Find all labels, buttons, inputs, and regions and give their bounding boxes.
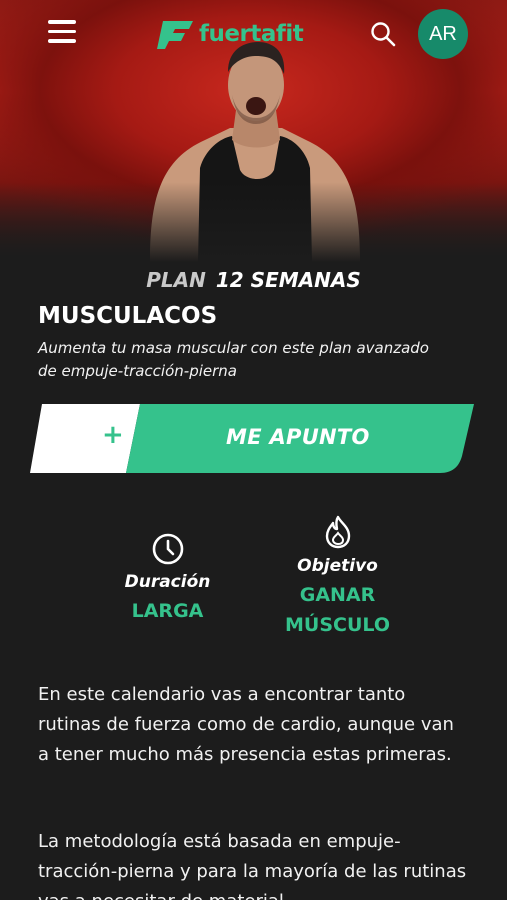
hero-fade	[0, 182, 507, 262]
goal-value-line2: MÚSCULO	[285, 614, 390, 636]
logo-text: fuertafit	[199, 21, 304, 47]
join-button-label: ME APUNTO	[226, 425, 370, 449]
flame-icon	[325, 515, 350, 549]
avatar[interactable]: AR	[418, 9, 468, 59]
page-title: MUSCULACOS	[38, 303, 218, 329]
logo-mark-icon	[157, 21, 193, 49]
join-plan-button[interactable]: + ME APUNTO	[30, 404, 474, 473]
plus-icon: +	[102, 420, 124, 450]
duration-value: LARGA	[131, 600, 204, 622]
menu-icon[interactable]	[48, 20, 76, 44]
goal-label: Objetivo	[297, 556, 378, 576]
duration-stat: Duración LARGA	[105, 532, 230, 626]
brand-logo[interactable]: fuertafit	[155, 16, 304, 52]
description-paragraph-2: La metodología está basada en empuje-tra…	[38, 831, 467, 900]
duration-label: Duración	[124, 572, 211, 592]
plan-weeks: 12 SEMANAS	[215, 268, 361, 292]
goal-value-line1: GANAR	[299, 584, 376, 606]
plan-prefix: PLAN	[146, 268, 206, 292]
goal-stat: Objetivo GANAR MÚSCULO	[270, 514, 405, 640]
plan-description: Aumenta tu masa muscular con este plan a…	[38, 339, 429, 380]
clock-icon	[152, 533, 183, 565]
description-paragraph-1: En este calendario vas a encontrar tanto…	[38, 684, 454, 765]
goal-value: GANAR MÚSCULO	[270, 580, 405, 640]
plan-duration-line: PLAN 12 SEMANAS	[0, 268, 507, 292]
top-bar: fuertafit AR	[0, 0, 507, 68]
search-icon[interactable]	[370, 21, 396, 47]
